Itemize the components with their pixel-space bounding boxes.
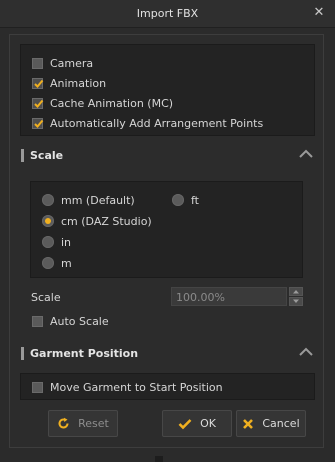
scale-section-header[interactable]: Scale [10, 146, 325, 166]
cancel-button[interactable]: Cancel [236, 410, 306, 437]
unit-in[interactable]: in [42, 234, 71, 250]
unit-in-label: in [61, 235, 72, 249]
unit-ft-label: ft [191, 193, 199, 207]
animation-checkbox[interactable] [32, 77, 44, 89]
chevron-up-icon[interactable] [299, 347, 313, 357]
close-icon[interactable]: ✕ [312, 6, 326, 20]
section-marker [21, 347, 24, 360]
scale-label: Scale [31, 291, 61, 304]
unit-mm-radio[interactable] [42, 194, 54, 206]
cancel-button-label: Cancel [262, 417, 300, 430]
unit-m[interactable]: m [42, 255, 72, 271]
move-garment-option[interactable]: Move Garment to Start Position [32, 379, 223, 395]
scale-section-title: Scale [30, 149, 64, 162]
reset-icon [57, 417, 70, 430]
ok-button[interactable]: OK [162, 410, 232, 437]
move-garment-checkbox[interactable] [32, 381, 43, 393]
option-animation-label: Animation [50, 76, 107, 90]
garment-section-header[interactable]: Garment Position [10, 344, 325, 364]
triangle-down-icon [293, 299, 299, 303]
check-icon [178, 418, 192, 430]
resize-notch [155, 456, 163, 462]
option-arrangement-points-label: Automatically Add Arrangement Points [50, 116, 264, 130]
arrangement-points-checkbox[interactable] [32, 117, 44, 129]
option-arrangement-points[interactable]: Automatically Add Arrangement Points [32, 115, 263, 131]
move-garment-label: Move Garment to Start Position [50, 380, 223, 394]
check-icon [34, 79, 44, 88]
option-camera[interactable]: Camera [32, 55, 93, 71]
scale-decrement-button[interactable] [289, 297, 303, 306]
title-bar: Import FBX ✕ [0, 0, 335, 28]
garment-section-title: Garment Position [30, 347, 139, 360]
ok-button-label: OK [200, 417, 216, 430]
unit-cm[interactable]: cm (DAZ Studio) [42, 213, 152, 229]
unit-mm-label: mm (Default) [61, 193, 135, 207]
scale-increment-button[interactable] [289, 287, 303, 296]
unit-m-radio[interactable] [42, 257, 54, 269]
unit-ft[interactable]: ft [172, 192, 199, 208]
section-marker [21, 149, 24, 162]
chevron-up-icon[interactable] [299, 149, 313, 159]
cache-animation-checkbox[interactable] [32, 97, 44, 109]
reset-button-label: Reset [78, 417, 109, 430]
auto-scale-option[interactable]: Auto Scale [32, 313, 109, 329]
window-title: Import FBX [136, 7, 199, 20]
option-camera-label: Camera [50, 56, 94, 70]
camera-checkbox[interactable] [32, 57, 43, 69]
check-icon [34, 99, 44, 108]
scale-input[interactable]: 100.00% [171, 287, 287, 306]
check-icon [34, 119, 44, 128]
unit-in-radio[interactable] [42, 236, 54, 248]
reset-button[interactable]: Reset [48, 410, 118, 437]
unit-m-label: m [61, 256, 72, 270]
unit-ft-radio[interactable] [172, 194, 184, 206]
triangle-up-icon [293, 290, 299, 294]
option-cache-animation-label: Cache Animation (MC) [50, 96, 174, 110]
option-animation[interactable]: Animation [32, 75, 106, 91]
unit-cm-radio[interactable] [42, 215, 54, 227]
option-cache-animation[interactable]: Cache Animation (MC) [32, 95, 173, 111]
auto-scale-label: Auto Scale [50, 314, 109, 328]
x-icon [242, 418, 254, 430]
auto-scale-checkbox[interactable] [32, 315, 43, 327]
unit-mm[interactable]: mm (Default) [42, 192, 135, 208]
unit-cm-label: cm (DAZ Studio) [61, 214, 152, 228]
